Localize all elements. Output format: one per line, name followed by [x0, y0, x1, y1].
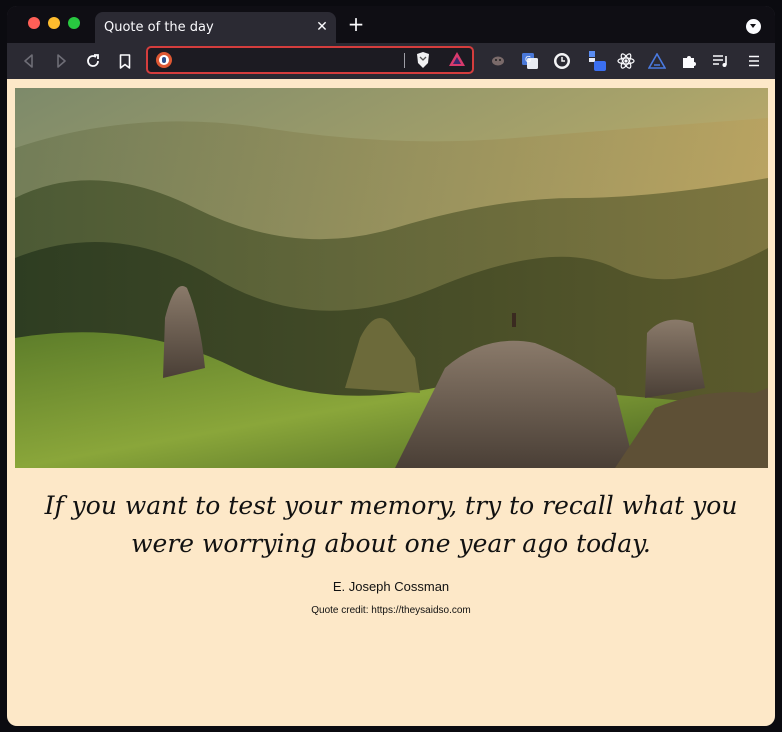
- mountain-landscape-image: [15, 88, 768, 468]
- quote-author: E. Joseph Cossman: [332, 579, 450, 594]
- tab-close-icon[interactable]: ✕: [314, 19, 330, 35]
- duckduckgo-icon: [156, 52, 172, 68]
- svg-text:G: G: [525, 55, 531, 64]
- maximize-window-button[interactable]: [68, 17, 80, 29]
- pocket-icon[interactable]: [488, 51, 508, 71]
- brave-shield-icon[interactable]: [415, 51, 431, 74]
- browser-window: Quote of the day ✕ + G If you want to te…: [7, 6, 775, 726]
- quote-text: If you want to test your memory, try to …: [44, 491, 738, 558]
- clock-extension-icon[interactable]: [552, 51, 572, 71]
- tab-list-dropdown-icon[interactable]: [746, 19, 761, 34]
- tab-quote-of-the-day[interactable]: Quote of the day ✕: [95, 12, 336, 43]
- menu-icon[interactable]: [744, 51, 764, 71]
- vpn-triangle-icon[interactable]: [647, 51, 667, 71]
- quote-credit: Quote credit: https://theysaidso.com: [311, 605, 471, 616]
- page-content: If you want to test your memory, try to …: [7, 79, 775, 726]
- url-input[interactable]: [180, 51, 400, 69]
- reading-list-icon[interactable]: [711, 51, 731, 71]
- new-tab-button[interactable]: +: [347, 14, 365, 34]
- forward-arrow-icon[interactable]: [51, 51, 71, 71]
- url-bar[interactable]: [146, 46, 474, 74]
- minimize-window-button[interactable]: [48, 17, 60, 29]
- close-window-button[interactable]: [28, 17, 40, 29]
- navigation-toolbar: G: [7, 43, 775, 79]
- urlbar-separator: [404, 53, 405, 68]
- bookmark-icon[interactable]: [115, 51, 135, 71]
- tab-strip: Quote of the day ✕ +: [7, 6, 775, 43]
- puzzle-extensions-icon[interactable]: [679, 51, 699, 71]
- tab-title: Quote of the day: [104, 20, 214, 35]
- hiker-silhouette: [512, 313, 516, 327]
- screenshot-extension-icon[interactable]: [587, 51, 607, 71]
- react-devtools-icon[interactable]: [616, 51, 636, 71]
- back-arrow-icon[interactable]: [19, 51, 39, 71]
- translate-icon[interactable]: G: [520, 51, 540, 71]
- brave-rewards-icon[interactable]: [448, 51, 466, 72]
- reload-icon[interactable]: [83, 51, 103, 71]
